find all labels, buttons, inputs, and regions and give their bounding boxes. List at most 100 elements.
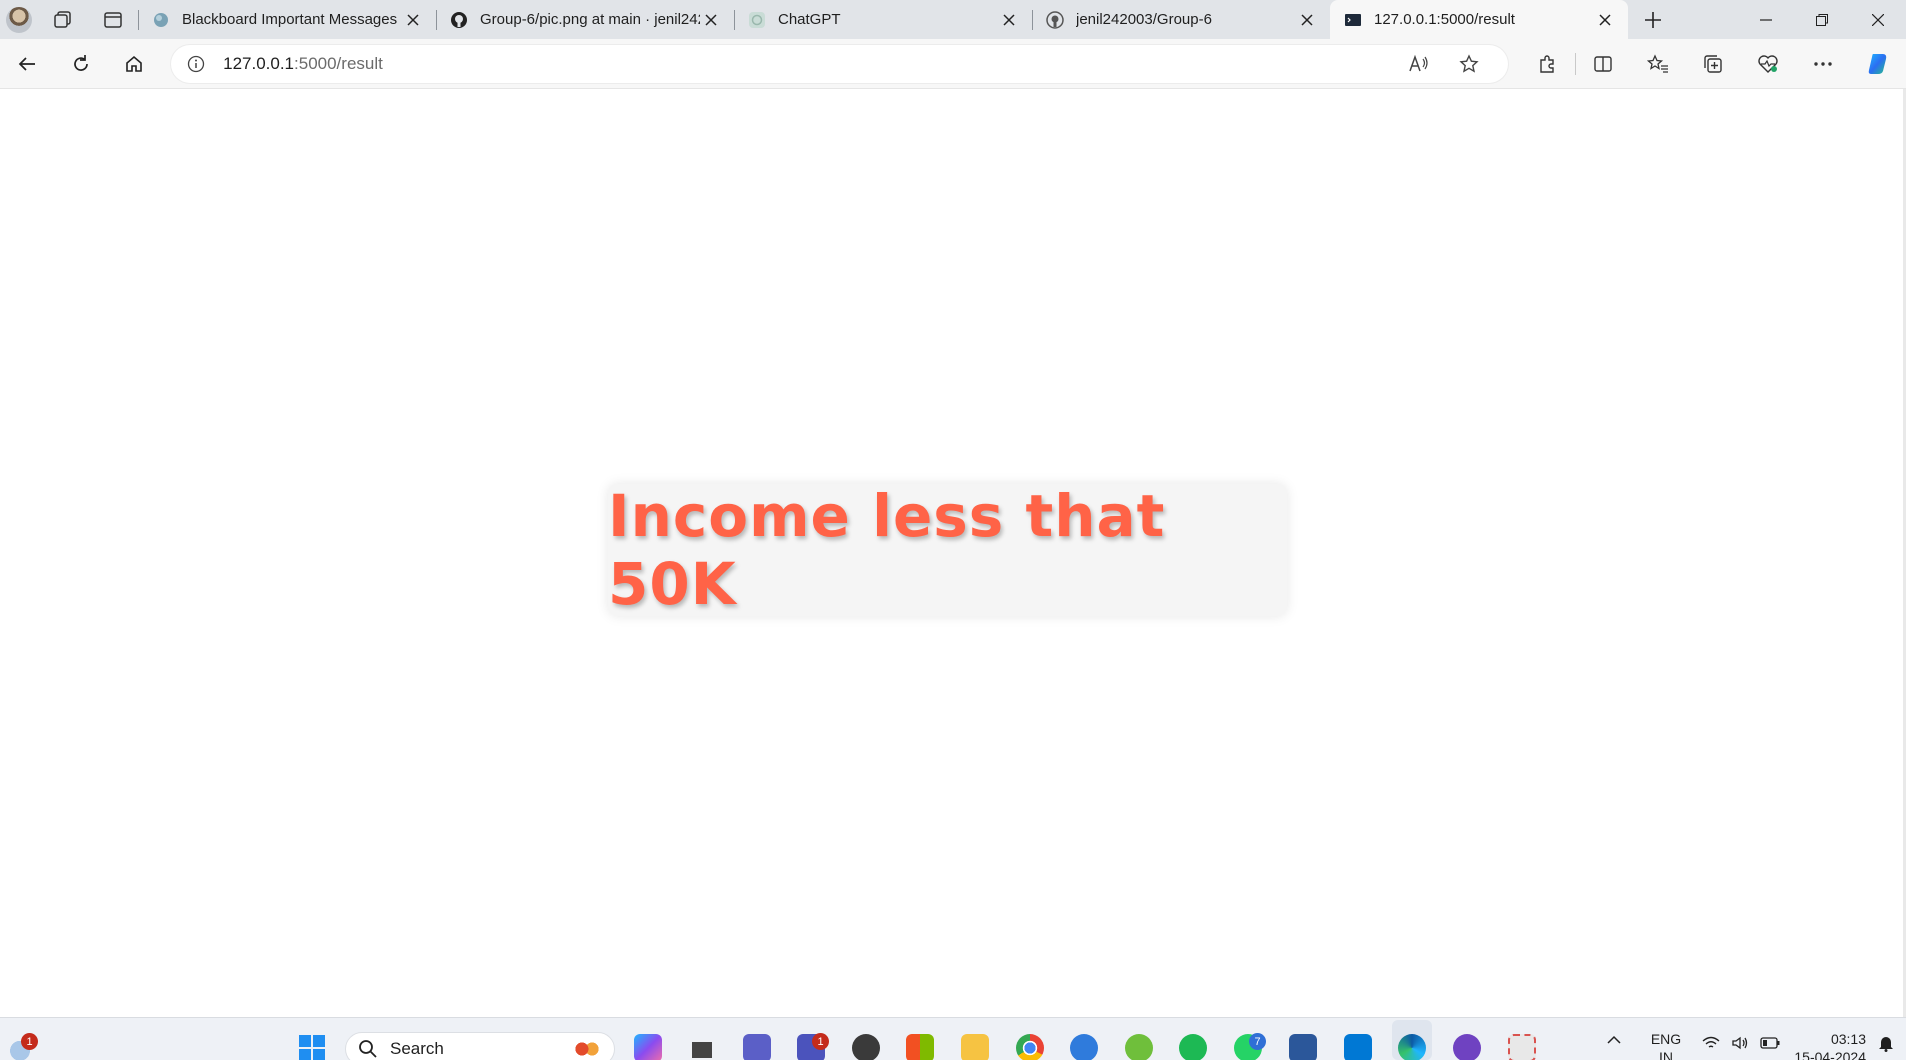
- address-bar[interactable]: 127.0.0.1:5000/result: [171, 44, 1508, 83]
- spotify-app[interactable]: [1173, 1020, 1213, 1060]
- chevron-up-icon: [1607, 1035, 1621, 1044]
- tab-title: ChatGPT: [778, 11, 841, 28]
- back-arrow-icon: [18, 56, 35, 71]
- home-icon: [126, 55, 143, 72]
- vscode-icon: [1344, 1034, 1372, 1060]
- tab-strip: Blackboard Important Messages Group-6/pi…: [0, 0, 1906, 39]
- windows-logo-icon: [299, 1035, 325, 1060]
- chrome-icon: [1016, 1034, 1044, 1060]
- github-desktop-icon: [1453, 1034, 1481, 1060]
- word-app[interactable]: [1283, 1020, 1323, 1060]
- quick-settings-button[interactable]: [1696, 1018, 1786, 1060]
- refresh-button[interactable]: [54, 39, 108, 89]
- teams-work-app[interactable]: 1: [791, 1020, 831, 1060]
- tab-github-pic[interactable]: Group-6/pic.png at main · jenil242003: [436, 0, 734, 39]
- wifi-icon: [1702, 1036, 1720, 1048]
- github-icon: [450, 11, 468, 29]
- start-button[interactable]: [292, 1020, 332, 1060]
- restore-button[interactable]: [1794, 0, 1850, 39]
- taskbar-search[interactable]: Search: [345, 1032, 615, 1060]
- clock-time: 03:13: [1830, 1031, 1866, 1047]
- weather-widget[interactable]: 1: [0, 1020, 40, 1060]
- tab-chatgpt[interactable]: ChatGPT: [734, 0, 1032, 39]
- url-text[interactable]: 127.0.0.1:5000/result: [223, 54, 1394, 74]
- search-label: Search: [390, 1039, 444, 1058]
- site-info-icon[interactable]: [185, 53, 207, 75]
- spotify-icon: [1179, 1034, 1207, 1060]
- browser-toolbar: 127.0.0.1:5000/result: [0, 39, 1906, 89]
- close-tab-icon[interactable]: [700, 9, 722, 31]
- close-tab-icon[interactable]: [1296, 9, 1318, 31]
- read-aloud-icon: [1409, 54, 1428, 71]
- minimize-icon: [1760, 18, 1772, 21]
- close-tab-icon[interactable]: [998, 9, 1020, 31]
- word-icon: [1289, 1034, 1317, 1060]
- teams-app[interactable]: [737, 1020, 777, 1060]
- chrome-app[interactable]: [1010, 1020, 1050, 1060]
- tab-title: Blackboard Important Messages: [182, 11, 398, 28]
- utorrent-icon: [1125, 1034, 1153, 1060]
- settings-more-button[interactable]: [1796, 39, 1851, 89]
- whatsapp-app[interactable]: 7: [1228, 1020, 1268, 1060]
- edge-app[interactable]: [1392, 1020, 1432, 1060]
- workspaces-icon: [54, 10, 71, 28]
- language-region: IN: [1659, 1049, 1673, 1060]
- favorites-button[interactable]: [1631, 39, 1686, 89]
- task-view-icon: [688, 1034, 716, 1060]
- snipping-tool-app[interactable]: [1502, 1020, 1542, 1060]
- profile-button[interactable]: [0, 0, 38, 39]
- tab-github-repo[interactable]: jenil242003/Group-6: [1032, 0, 1330, 39]
- copilot-button[interactable]: [1851, 39, 1906, 89]
- restore-icon: [1816, 13, 1828, 26]
- more-options-icon: [1814, 61, 1833, 66]
- media-player-app[interactable]: [1064, 1020, 1104, 1060]
- snipping-tool-icon: [1508, 1034, 1536, 1060]
- language-indicator[interactable]: ENG IN: [1636, 1030, 1696, 1060]
- close-tab-icon[interactable]: [1594, 9, 1616, 31]
- task-view-app[interactable]: [682, 1020, 722, 1060]
- vscode-app[interactable]: [1338, 1020, 1378, 1060]
- collections-icon: [1704, 54, 1723, 73]
- tab-actions-button[interactable]: [88, 0, 138, 39]
- unity-app[interactable]: [846, 1020, 886, 1060]
- tab-result-active[interactable]: 127.0.0.1:5000/result: [1330, 0, 1628, 39]
- teams-icon: [743, 1034, 771, 1060]
- github-desktop-app[interactable]: [1447, 1020, 1487, 1060]
- tab-blackboard[interactable]: Blackboard Important Messages: [138, 0, 436, 39]
- show-hidden-icons-button[interactable]: [1592, 1018, 1636, 1060]
- clock[interactable]: 03:13 15-04-2024: [1786, 1030, 1866, 1060]
- windows-taskbar: 1 Search 1 7 ENG IN 03:13 15-04-2024: [0, 1017, 1906, 1060]
- extensions-button[interactable]: [1520, 39, 1575, 89]
- battery-icon: [1760, 1036, 1780, 1049]
- utorrent-app[interactable]: [1119, 1020, 1159, 1060]
- home-button[interactable]: [107, 39, 161, 89]
- store-app[interactable]: [900, 1020, 940, 1060]
- browser-essentials-button[interactable]: [1741, 39, 1796, 89]
- minimize-button[interactable]: [1738, 0, 1794, 39]
- favorite-star-button[interactable]: [1444, 45, 1494, 83]
- edge-icon: [1398, 1034, 1426, 1060]
- read-aloud-button[interactable]: [1394, 45, 1444, 83]
- plus-icon: [1645, 11, 1661, 28]
- teams-badge: 1: [812, 1033, 829, 1050]
- copilot-taskbar-app[interactable]: [628, 1020, 668, 1060]
- close-tab-icon[interactable]: [402, 9, 424, 31]
- url-host: 127.0.0.1: [223, 53, 295, 73]
- tab-actions-icon: [104, 11, 122, 28]
- new-tab-button[interactable]: [1628, 0, 1678, 39]
- notifications-button[interactable]: [1866, 1018, 1906, 1060]
- collections-button[interactable]: [1686, 39, 1741, 89]
- language-code: ENG: [1650, 1031, 1682, 1047]
- workspaces-button[interactable]: [38, 0, 88, 39]
- terminal-icon: [1344, 11, 1362, 29]
- split-screen-icon: [1594, 55, 1613, 72]
- volume-icon: [1732, 1036, 1748, 1049]
- split-screen-button[interactable]: [1576, 39, 1631, 89]
- result-card: Income less that 50K: [608, 482, 1287, 618]
- avatar: [6, 6, 32, 33]
- back-button[interactable]: [0, 39, 54, 89]
- file-explorer-app[interactable]: [955, 1020, 995, 1060]
- bell-icon: [1879, 1036, 1893, 1052]
- close-window-button[interactable]: [1850, 0, 1906, 39]
- url-path: :5000/result: [294, 53, 383, 73]
